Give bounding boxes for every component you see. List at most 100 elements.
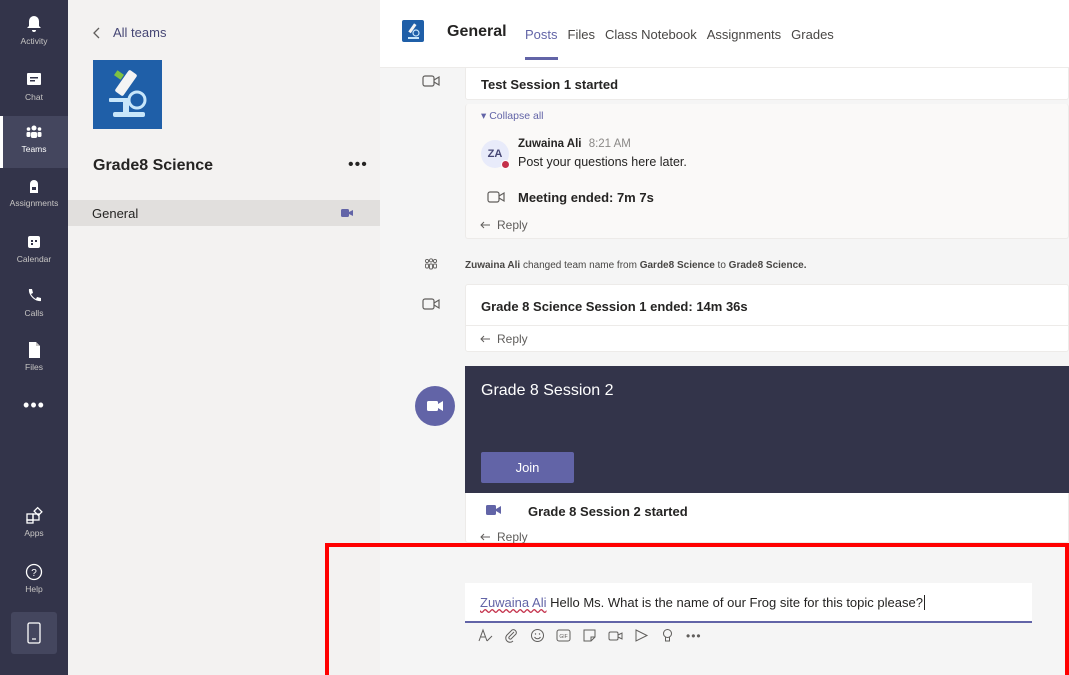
tab-class-notebook[interactable]: Class Notebook [605, 27, 697, 42]
stream-icon[interactable] [634, 628, 649, 643]
rail-teams-label: Teams [21, 144, 47, 154]
app-rail: Activity Chat Teams Assignments Calendar… [0, 0, 68, 675]
live-meeting-icon [341, 209, 353, 217]
emoji-icon[interactable] [530, 628, 545, 643]
rail-calendar[interactable]: Calendar [0, 226, 68, 278]
rename-actor[interactable]: Zuwaina Ali [465, 260, 520, 271]
meeting-icon [422, 298, 440, 310]
chevron-left-icon [93, 27, 100, 38]
praise-icon[interactable] [660, 628, 675, 643]
reply-arrow-icon [480, 221, 490, 228]
tab-grades[interactable]: Grades [791, 27, 834, 42]
video-camera-icon [427, 401, 443, 411]
phone-icon [28, 289, 41, 302]
reply-button[interactable]: Reply [480, 332, 528, 346]
reply-button[interactable]: Reply [480, 530, 528, 544]
team-rename-event: Zuwaina Ali changed team name from Garde… [465, 260, 807, 271]
team-more-button[interactable]: ••• [348, 156, 368, 174]
rename-to-word: to [717, 260, 726, 271]
reply-button[interactable]: Reply [480, 218, 528, 232]
avatar-initials: ZA [487, 148, 503, 160]
team-logo [93, 60, 162, 129]
meeting-ended-text: Meeting ended: 7m 7s [518, 190, 654, 205]
rail-apps-label: Apps [24, 528, 44, 538]
meeting-title: Grade 8 Session 2 [481, 382, 614, 399]
attach-icon[interactable] [504, 628, 519, 643]
team-panel: All teams Grade8 Science ••• General [68, 0, 380, 675]
join-button[interactable]: Join [481, 452, 574, 483]
rename-to: Grade8 Science. [728, 260, 807, 271]
microscope-icon [408, 23, 420, 39]
rail-help[interactable]: ? Help [0, 556, 68, 608]
file-icon [29, 342, 40, 358]
collapse-all-label: Collapse all [489, 110, 544, 122]
gif-icon[interactable]: GIF [556, 628, 571, 643]
text-cursor [923, 595, 925, 610]
channel-title: General [447, 23, 507, 40]
rail-help-label: Help [25, 584, 43, 594]
rail-calendar-label: Calendar [16, 254, 52, 264]
help-icon: ? [25, 563, 43, 581]
reply-text: Post your questions here later. [518, 155, 687, 169]
rail-apps[interactable]: Apps [0, 500, 68, 552]
format-icon[interactable] [478, 628, 493, 643]
live-meeting-icon [486, 505, 501, 515]
all-teams-label: All teams [113, 25, 167, 40]
rail-activity[interactable]: Activity [0, 8, 68, 60]
mention-tag: Zuwaina Ali [480, 595, 547, 610]
rail-calls[interactable]: Calls [0, 280, 68, 332]
tab-assignments[interactable]: Assignments [707, 27, 781, 42]
compose-box[interactable]: Zuwaina Ali Hello Ms. What is the name o… [465, 583, 1032, 623]
calendar-icon [28, 236, 40, 248]
session-ended-card: Grade 8 Science Session 1 ended: 14m 36s… [465, 284, 1069, 352]
session2-started-card: Grade 8 Session 2 started Reply [465, 493, 1069, 544]
rail-assignments-label: Assignments [9, 198, 59, 208]
session-ended-text: Grade 8 Science Session 1 ended: 14m 36s [481, 299, 748, 314]
avatar[interactable]: ZA [481, 140, 510, 169]
rail-calls-label: Calls [24, 308, 44, 318]
reply-author[interactable]: Zuwaina Ali [518, 138, 581, 150]
tab-posts[interactable]: Posts [525, 27, 558, 60]
mobile-device-icon [27, 622, 41, 644]
rail-chat-label: Chat [25, 92, 43, 102]
rail-teams[interactable]: Teams [0, 116, 68, 168]
session-started-card: Test Session 1 started [465, 68, 1069, 100]
session-started-text: Test Session 1 started [481, 77, 619, 92]
presence-busy-badge [501, 160, 510, 169]
more-options-button[interactable]: ••• [686, 629, 702, 643]
reply-time: 8:21 AM [588, 138, 631, 150]
channel-item-general[interactable]: General [68, 200, 380, 226]
channel-tabs: Posts Files Class Notebook Assignments G… [525, 27, 834, 60]
meeting-icon [487, 191, 505, 203]
collapse-all-link[interactable]: ▾ Collapse all [481, 110, 543, 122]
tab-files[interactable]: Files [568, 27, 595, 42]
reply-arrow-icon [480, 335, 490, 342]
rail-more-button[interactable]: ••• [0, 395, 68, 416]
device-button[interactable] [11, 612, 57, 654]
meet-now-icon[interactable] [608, 628, 623, 643]
bell-icon [27, 16, 41, 32]
svg-text:?: ? [31, 568, 37, 579]
rail-assignments[interactable]: Assignments [0, 170, 68, 222]
reply-label: Reply [497, 332, 528, 346]
teams-icon [26, 125, 42, 138]
all-teams-link[interactable]: All teams [93, 25, 166, 40]
assignments-icon [30, 180, 38, 193]
rename-from: Garde8 Science [639, 260, 715, 271]
chat-icon [27, 73, 41, 85]
reply-label: Reply [497, 530, 528, 544]
apps-icon [26, 506, 43, 524]
svg-text:GIF: GIF [559, 634, 567, 640]
thread-replies: ▾ Collapse all ZA Zuwaina Ali 8:21 AM Po… [465, 104, 1069, 239]
meeting-icon [422, 75, 440, 87]
compose-input[interactable]: Zuwaina Ali Hello Ms. What is the name o… [480, 595, 925, 610]
channel-header: General Posts Files Class Notebook Assig… [380, 0, 1069, 68]
rail-files[interactable]: Files [0, 334, 68, 386]
sticker-icon[interactable] [582, 628, 597, 643]
divider [466, 325, 1068, 326]
rail-chat[interactable]: Chat [0, 64, 68, 116]
reply-arrow-icon [480, 533, 490, 540]
reply-label: Reply [497, 218, 528, 232]
compose-message: Hello Ms. What is the name of our Frog s… [546, 595, 923, 610]
compose-toolbar: GIF ••• [478, 628, 702, 643]
